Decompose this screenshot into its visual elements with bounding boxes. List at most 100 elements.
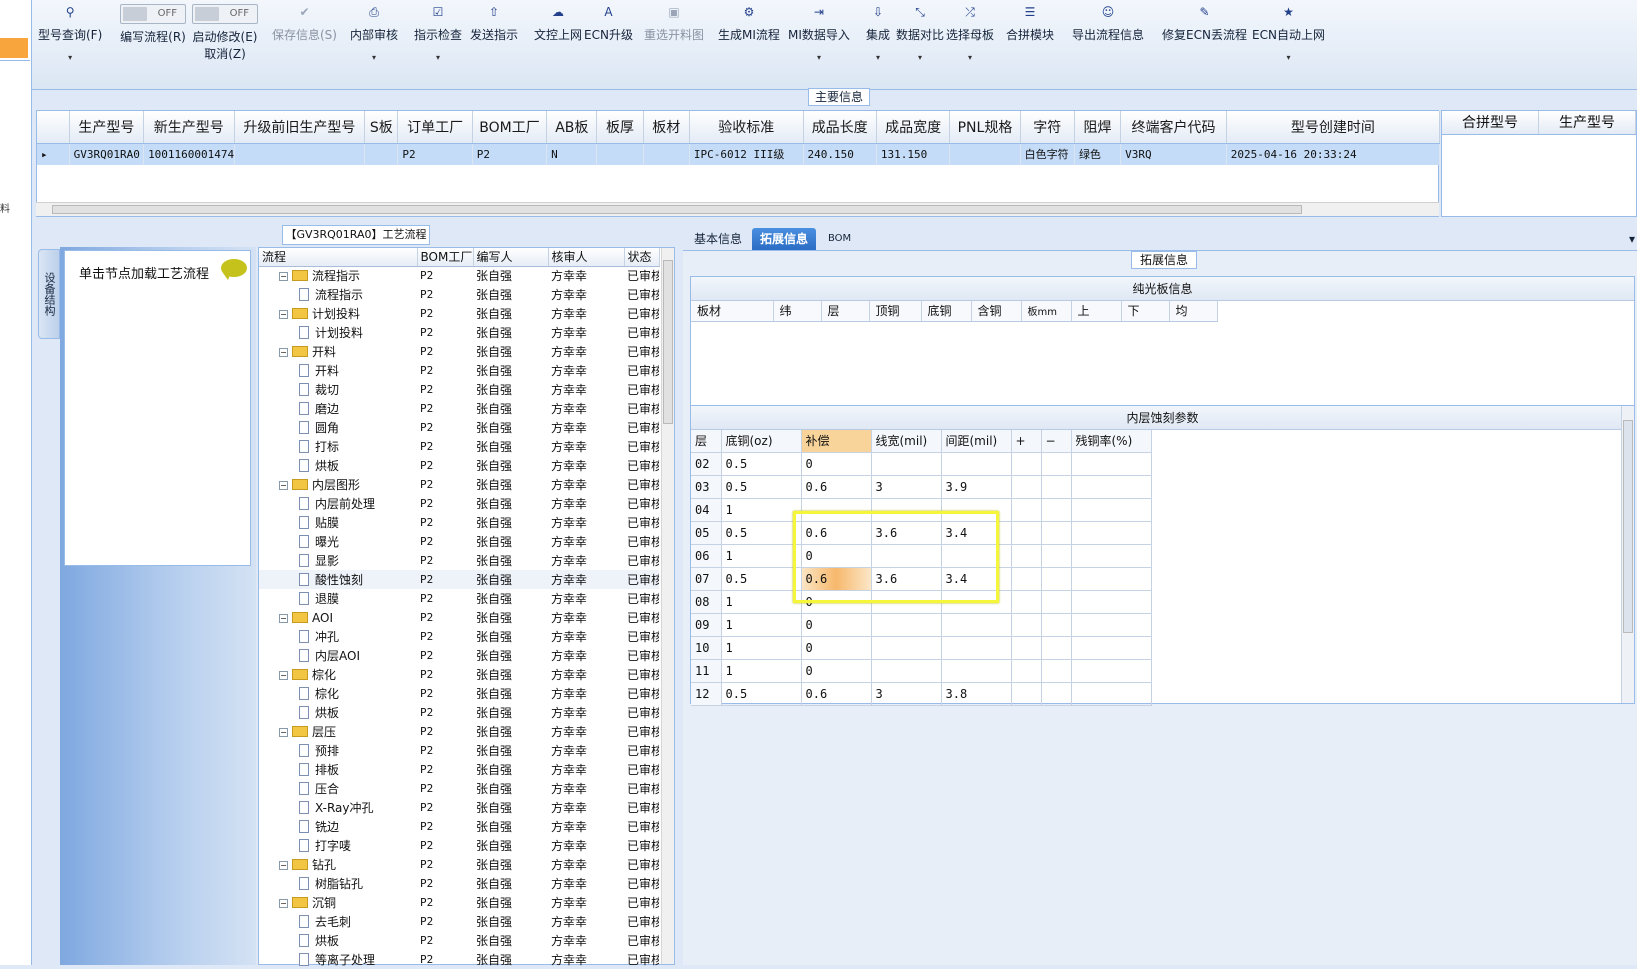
etch-cell[interactable] [1071, 613, 1152, 637]
tree-row[interactable]: 等离子处理 P2 张自强 方幸幸 已审核 [259, 950, 659, 969]
left-nav-selected-item[interactable] [0, 38, 28, 58]
etch-cell[interactable] [871, 613, 942, 637]
etch-cell[interactable] [1011, 590, 1042, 614]
toolbar-button-9[interactable]: ▣ 重选开料图 [644, 4, 704, 43]
bare-board-column-header[interactable]: 纬 [773, 301, 822, 322]
cell[interactable] [596, 143, 644, 165]
cell[interactable] [364, 143, 399, 165]
etch-cell[interactable]: 06 [691, 544, 722, 568]
etch-cell[interactable] [1041, 567, 1072, 591]
etch-cell[interactable]: 0.6 [801, 682, 872, 706]
toolbar-button-3[interactable]: ✔ 保存信息(S) [272, 4, 337, 43]
tree-column-header[interactable]: 编写人 [473, 248, 549, 267]
etch-cell[interactable] [1071, 475, 1152, 499]
etch-row[interactable]: 03 0.5 0.6 3 3.9 [691, 475, 1152, 499]
etch-row[interactable]: 09 1 0 [691, 613, 1152, 637]
cell[interactable] [234, 143, 366, 165]
etch-cell[interactable] [1011, 613, 1042, 637]
toolbar-button-5[interactable]: ☑ 指示检查 ▾ [414, 4, 462, 62]
column-header[interactable]: 成品宽度 [876, 111, 951, 144]
production-model-column-header[interactable]: 生产型号 [1539, 111, 1636, 134]
column-header[interactable]: 新生产型号 [143, 111, 235, 144]
etch-cell[interactable]: 0.5 [721, 475, 802, 499]
tree-row[interactable]: 贴膜 P2 张自强 方幸幸 已审核 [259, 513, 659, 532]
dropdown-arrow-icon[interactable]: ▾ [414, 53, 462, 62]
dropdown-arrow-icon[interactable]: ▾ [350, 53, 398, 62]
etch-column-header[interactable]: 补偿 [801, 430, 872, 453]
etch-cell[interactable] [1041, 682, 1072, 706]
toolbar-button-12[interactable]: ⇩ 集成 ▾ [866, 4, 890, 62]
tree-column-header[interactable]: 核审人 [548, 248, 625, 267]
etch-cell[interactable]: 0 [801, 452, 872, 476]
toolbar-button-8[interactable]: A ECN升级 [584, 4, 633, 43]
etch-cell[interactable] [1071, 567, 1152, 591]
etch-cell[interactable]: 0.5 [721, 521, 802, 545]
cell[interactable]: P2 [397, 143, 473, 165]
etch-cell[interactable] [1011, 452, 1042, 476]
etch-column-header[interactable]: − [1041, 430, 1072, 453]
etch-row[interactable]: 11 1 0 [691, 659, 1152, 683]
tree-row[interactable]: − AOI P2 张自强 方幸幸 已审核 [259, 608, 659, 627]
tree-row[interactable]: 显影 P2 张自强 方幸幸 已审核 [259, 551, 659, 570]
column-header[interactable]: 型号创建时间 [1226, 111, 1441, 144]
column-header[interactable]: 成品长度 [803, 111, 877, 144]
toolbar-button-16[interactable]: ☺ 导出流程信息 [1072, 4, 1144, 43]
tree-row[interactable]: X-Ray冲孔 P2 张自强 方幸幸 已审核 [259, 798, 659, 817]
collapse-toggle-icon[interactable]: − [279, 481, 288, 490]
etch-cell[interactable]: 08 [691, 590, 722, 614]
collapse-toggle-icon[interactable]: − [279, 728, 288, 737]
etch-cell[interactable]: 3.9 [941, 475, 1012, 499]
column-header[interactable]: 升级前旧生产型号 [234, 111, 366, 144]
tree-row[interactable]: 棕化 P2 张自强 方幸幸 已审核 [259, 684, 659, 703]
tree-row[interactable]: 去毛刺 P2 张自强 方幸幸 已审核 [259, 912, 659, 931]
collapse-toggle-icon[interactable]: − [279, 613, 288, 623]
toolbar-button-11[interactable]: ⇥ MI数据导入 ▾ [788, 4, 850, 62]
etch-cell[interactable] [1011, 521, 1042, 545]
etch-cell[interactable]: 04 [691, 498, 722, 522]
column-header[interactable]: S板 [364, 111, 399, 144]
etch-cell[interactable]: 3 [871, 475, 942, 499]
etch-cell[interactable]: 0.5 [721, 567, 802, 591]
bare-board-column-header[interactable]: 层 [821, 301, 870, 322]
cell[interactable]: V3RQ [1120, 143, 1227, 165]
etch-cell[interactable] [1041, 613, 1072, 637]
etch-cell[interactable]: 03 [691, 475, 722, 499]
etch-cell[interactable]: 0 [801, 636, 872, 660]
etch-row[interactable]: 02 0.5 0 [691, 452, 1152, 476]
toolbar-button-18[interactable]: ★ ECN自动上网 ▾ [1252, 4, 1325, 62]
cell[interactable]: N [546, 143, 598, 165]
etch-cell[interactable]: 10 [691, 636, 722, 660]
tree-row[interactable]: 酸性蚀刻 P2 张自强 方幸幸 已审核 [259, 570, 659, 589]
cell[interactable] [643, 143, 690, 165]
tree-row[interactable]: 压合 P2 张自强 方幸幸 已审核 [259, 779, 659, 798]
cell[interactable]: 2025-04-16 20:33:24 [1226, 143, 1441, 165]
toolbar-button-4[interactable]: ⎙ 内部审核 ▾ [350, 4, 398, 62]
scroll-thumb[interactable] [663, 260, 673, 424]
etch-cell[interactable] [1011, 475, 1042, 499]
tree-row[interactable]: 预排 P2 张自强 方幸幸 已审核 [259, 741, 659, 760]
toolbar-button-10[interactable]: ⚙ 生成MI流程 [718, 4, 780, 43]
etch-cell[interactable] [1011, 544, 1042, 568]
toolbar-button-0[interactable]: ⚲ 型号查询(F) ▾ [38, 4, 102, 62]
cell[interactable]: IPC-6012 III级 [689, 143, 804, 165]
etch-cell[interactable] [1071, 544, 1152, 568]
tree-row[interactable]: 树脂钻孔 P2 张自强 方幸幸 已审核 [259, 874, 659, 893]
etch-cell[interactable]: 11 [691, 659, 722, 683]
toolbar-button-7[interactable]: ☁ 文控上网 [534, 4, 582, 43]
column-header[interactable]: AB板 [546, 111, 598, 144]
etch-cell[interactable]: 1 [721, 498, 802, 522]
column-header[interactable]: PNL规格 [949, 111, 1021, 144]
cell[interactable] [949, 143, 1021, 165]
equipment-structure-tab[interactable]: 设备结构 [38, 249, 60, 339]
etch-cell[interactable] [871, 452, 942, 476]
toolbar-button-14[interactable]: ⤮ 选择母板 ▾ [946, 4, 994, 62]
collapse-toggle-icon[interactable]: − [279, 899, 288, 908]
etch-cell[interactable] [1071, 590, 1152, 614]
etch-cell[interactable]: 0.6 [801, 475, 872, 499]
tree-row[interactable]: 烘板 P2 张自强 方幸幸 已审核 [259, 703, 659, 722]
etch-cell[interactable] [1071, 659, 1152, 683]
tree-row[interactable]: 打标 P2 张自强 方幸幸 已审核 [259, 437, 659, 456]
tree-row[interactable]: 内层AOI P2 张自强 方幸幸 已审核 [259, 646, 659, 665]
toggle-switch[interactable]: OFF [192, 4, 258, 24]
dropdown-arrow-icon[interactable]: ▾ [1252, 53, 1325, 62]
